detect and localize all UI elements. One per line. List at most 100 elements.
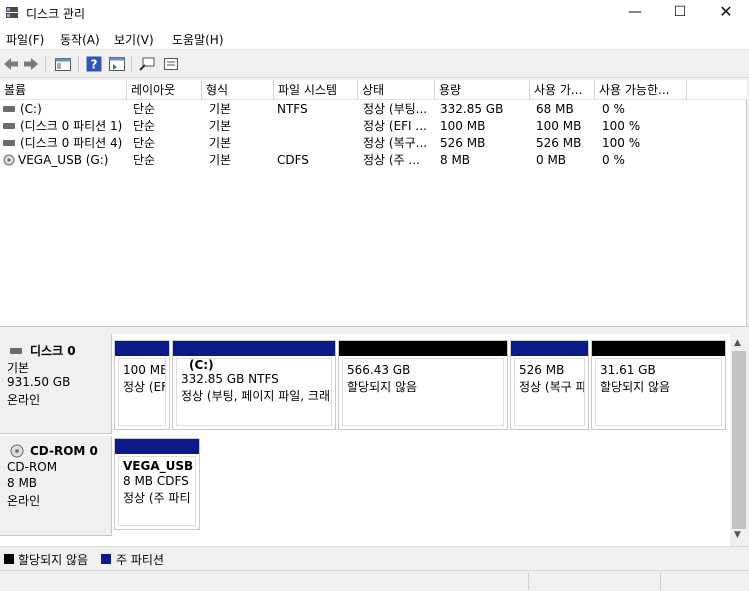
table-row[interactable]: (디스크 0 파티션 1) 단순 기본 정상 (EFI ... 100 MB 1… (0, 118, 747, 135)
primary-partition-bar (115, 341, 169, 356)
cell-type: 기본 (209, 136, 232, 150)
console-icon[interactable] (162, 55, 180, 73)
column-header-status[interactable]: 상태 (358, 80, 435, 100)
scrollbar-thumb[interactable] (732, 351, 746, 529)
cell-status: 정상 (복구... (363, 136, 428, 150)
cell-volume: (디스크 0 파티션 1) (20, 119, 123, 133)
toolbar: ? (0, 50, 749, 78)
table-row[interactable]: (디스크 0 파티션 4) 단순 기본 정상 (복구... 526 MB 526… (0, 135, 747, 152)
cell-layout: 단순 (133, 136, 156, 150)
cd-drive-icon (3, 154, 15, 166)
graph-scrollbar[interactable]: ▲ ▼ (730, 334, 749, 546)
partition-size: 332.85 GB NTFS (181, 372, 279, 386)
cell-free-percent: 0 % (602, 102, 625, 116)
disk-management-icon (6, 7, 18, 18)
pane-splitter[interactable] (0, 326, 749, 334)
partition-status: 할당되지 않음 (347, 380, 418, 394)
close-button[interactable]: ✕ (703, 0, 749, 26)
show-pane-icon[interactable] (54, 55, 72, 73)
column-header-capacity[interactable]: 용량 (435, 80, 530, 100)
partition-size: 566.43 GB (347, 363, 411, 377)
search-icon[interactable] (138, 55, 156, 73)
svg-text:?: ? (91, 58, 98, 72)
menu-view[interactable]: 보기(V) (114, 31, 154, 48)
legend-unallocated: 할당되지 않음 (18, 553, 89, 567)
menu-bar: 파일(F) 동작(A) 보기(V) 도움말(H) (0, 26, 749, 50)
volume-list: 볼륨 레이아웃 형식 파일 시스템 상태 용량 사용 가... 사용 가능한..… (0, 80, 747, 326)
cell-layout: 단순 (133, 119, 156, 133)
cell-free-space: 0 MB (536, 153, 567, 167)
menu-file[interactable]: 파일(F) (6, 31, 44, 48)
cell-volume: (디스크 0 파티션 4) (20, 136, 123, 150)
cdrom-0-info[interactable]: CD-ROM 0 CD-ROM 8 MB 온라인 (0, 436, 112, 536)
maximize-button[interactable]: ☐ (657, 0, 703, 26)
primary-partition-bar (511, 341, 588, 356)
cell-free-space: 68 MB (536, 102, 574, 116)
cell-type: 기본 (209, 119, 232, 133)
partition-vega-usb[interactable]: VEGA_USB (G:) 8 MB CDFS 정상 (주 파티 (114, 438, 200, 530)
minimize-button[interactable]: — (612, 0, 658, 26)
partition-size: 100 MB (123, 363, 166, 377)
cell-capacity: 100 MB (440, 119, 486, 133)
cd-drive-icon (10, 444, 24, 458)
status-bar (0, 570, 749, 591)
cdrom-0-status: 온라인 (7, 494, 41, 508)
unallocated-bar (592, 341, 725, 356)
cell-capacity: 526 MB (440, 136, 486, 150)
table-row[interactable]: VEGA_USB (G:) 단순 기본 CDFS 정상 (주 ... 8 MB … (0, 152, 747, 169)
disk-0-info[interactable]: 디스크 0 기본 931.50 GB 온라인 (0, 334, 112, 434)
cell-filesystem: NTFS (277, 102, 308, 116)
cell-volume: VEGA_USB (G:) (18, 153, 109, 167)
cell-volume: (C:) (20, 102, 42, 116)
unallocated-bar (339, 341, 507, 356)
column-header-layout[interactable]: 레이아웃 (127, 80, 202, 100)
cell-layout: 단순 (133, 153, 156, 167)
volume-icon (3, 123, 15, 129)
unallocated-swatch (4, 554, 14, 564)
column-header-volume[interactable]: 볼륨 (0, 80, 127, 100)
column-header-free-percent[interactable]: 사용 가능한... (595, 80, 687, 100)
legend: 할당되지 않음 주 파티션 (0, 546, 749, 570)
primary-swatch (101, 554, 111, 564)
window-title: 디스크 관리 (26, 7, 86, 21)
cdrom-0-name: CD-ROM 0 (30, 444, 98, 458)
primary-partition-bar (115, 439, 199, 454)
disk-0-type: 기본 (7, 361, 30, 375)
cell-free-space: 526 MB (536, 136, 582, 150)
cell-free-percent: 100 % (602, 119, 641, 133)
title-bar: 디스크 관리 — ☐ ✕ (0, 0, 749, 26)
scroll-down-icon[interactable]: ▼ (734, 530, 741, 540)
cell-free-space: 100 MB (536, 119, 582, 133)
primary-partition-bar (173, 341, 335, 356)
cell-capacity: 8 MB (440, 153, 471, 167)
hard-disk-icon (10, 348, 22, 354)
help-icon[interactable]: ? (85, 55, 103, 73)
unallocated-space-1[interactable]: 566.43 GB 할당되지 않음 (338, 340, 508, 430)
cell-status: 정상 (주 ... (363, 153, 420, 167)
cell-free-percent: 0 % (602, 153, 625, 167)
partition-size: 8 MB CDFS (123, 474, 189, 488)
scroll-up-icon[interactable]: ▲ (734, 338, 741, 348)
partition-efi[interactable]: 100 MB 정상 (EF (114, 340, 170, 430)
partition-c[interactable]: (C:) 332.85 GB NTFS 정상 (부팅, 페이지 파일, 크래 (172, 340, 336, 430)
partition-recovery[interactable]: 526 MB 정상 (복구 파 (510, 340, 589, 430)
table-row[interactable]: (C:) 단순 기본 NTFS 정상 (부팅... 332.85 GB 68 M… (0, 101, 747, 118)
column-header-filesystem[interactable]: 파일 시스템 (274, 80, 358, 100)
cell-status: 정상 (EFI ... (363, 119, 427, 133)
cell-filesystem: CDFS (277, 153, 309, 167)
volume-list-header: 볼륨 레이아웃 형식 파일 시스템 상태 용량 사용 가... 사용 가능한..… (0, 80, 747, 100)
cdrom-0-type: CD-ROM (7, 460, 58, 474)
back-icon[interactable] (2, 55, 20, 73)
partition-status: 정상 (복구 파 (519, 380, 585, 394)
forward-icon[interactable] (22, 55, 40, 73)
properties-icon[interactable] (108, 55, 126, 73)
unallocated-space-2[interactable]: 31.61 GB 할당되지 않음 (591, 340, 726, 430)
column-header-free-space[interactable]: 사용 가... (530, 80, 595, 100)
partition-status: 정상 (부팅, 페이지 파일, 크래 (181, 389, 331, 403)
column-header-type[interactable]: 형식 (202, 80, 274, 100)
partition-status: 할당되지 않음 (600, 380, 671, 394)
menu-help[interactable]: 도움말(H) (172, 31, 224, 48)
cell-type: 기본 (209, 102, 232, 116)
menu-action[interactable]: 동작(A) (60, 31, 100, 48)
disk-0-status: 온라인 (7, 393, 41, 407)
